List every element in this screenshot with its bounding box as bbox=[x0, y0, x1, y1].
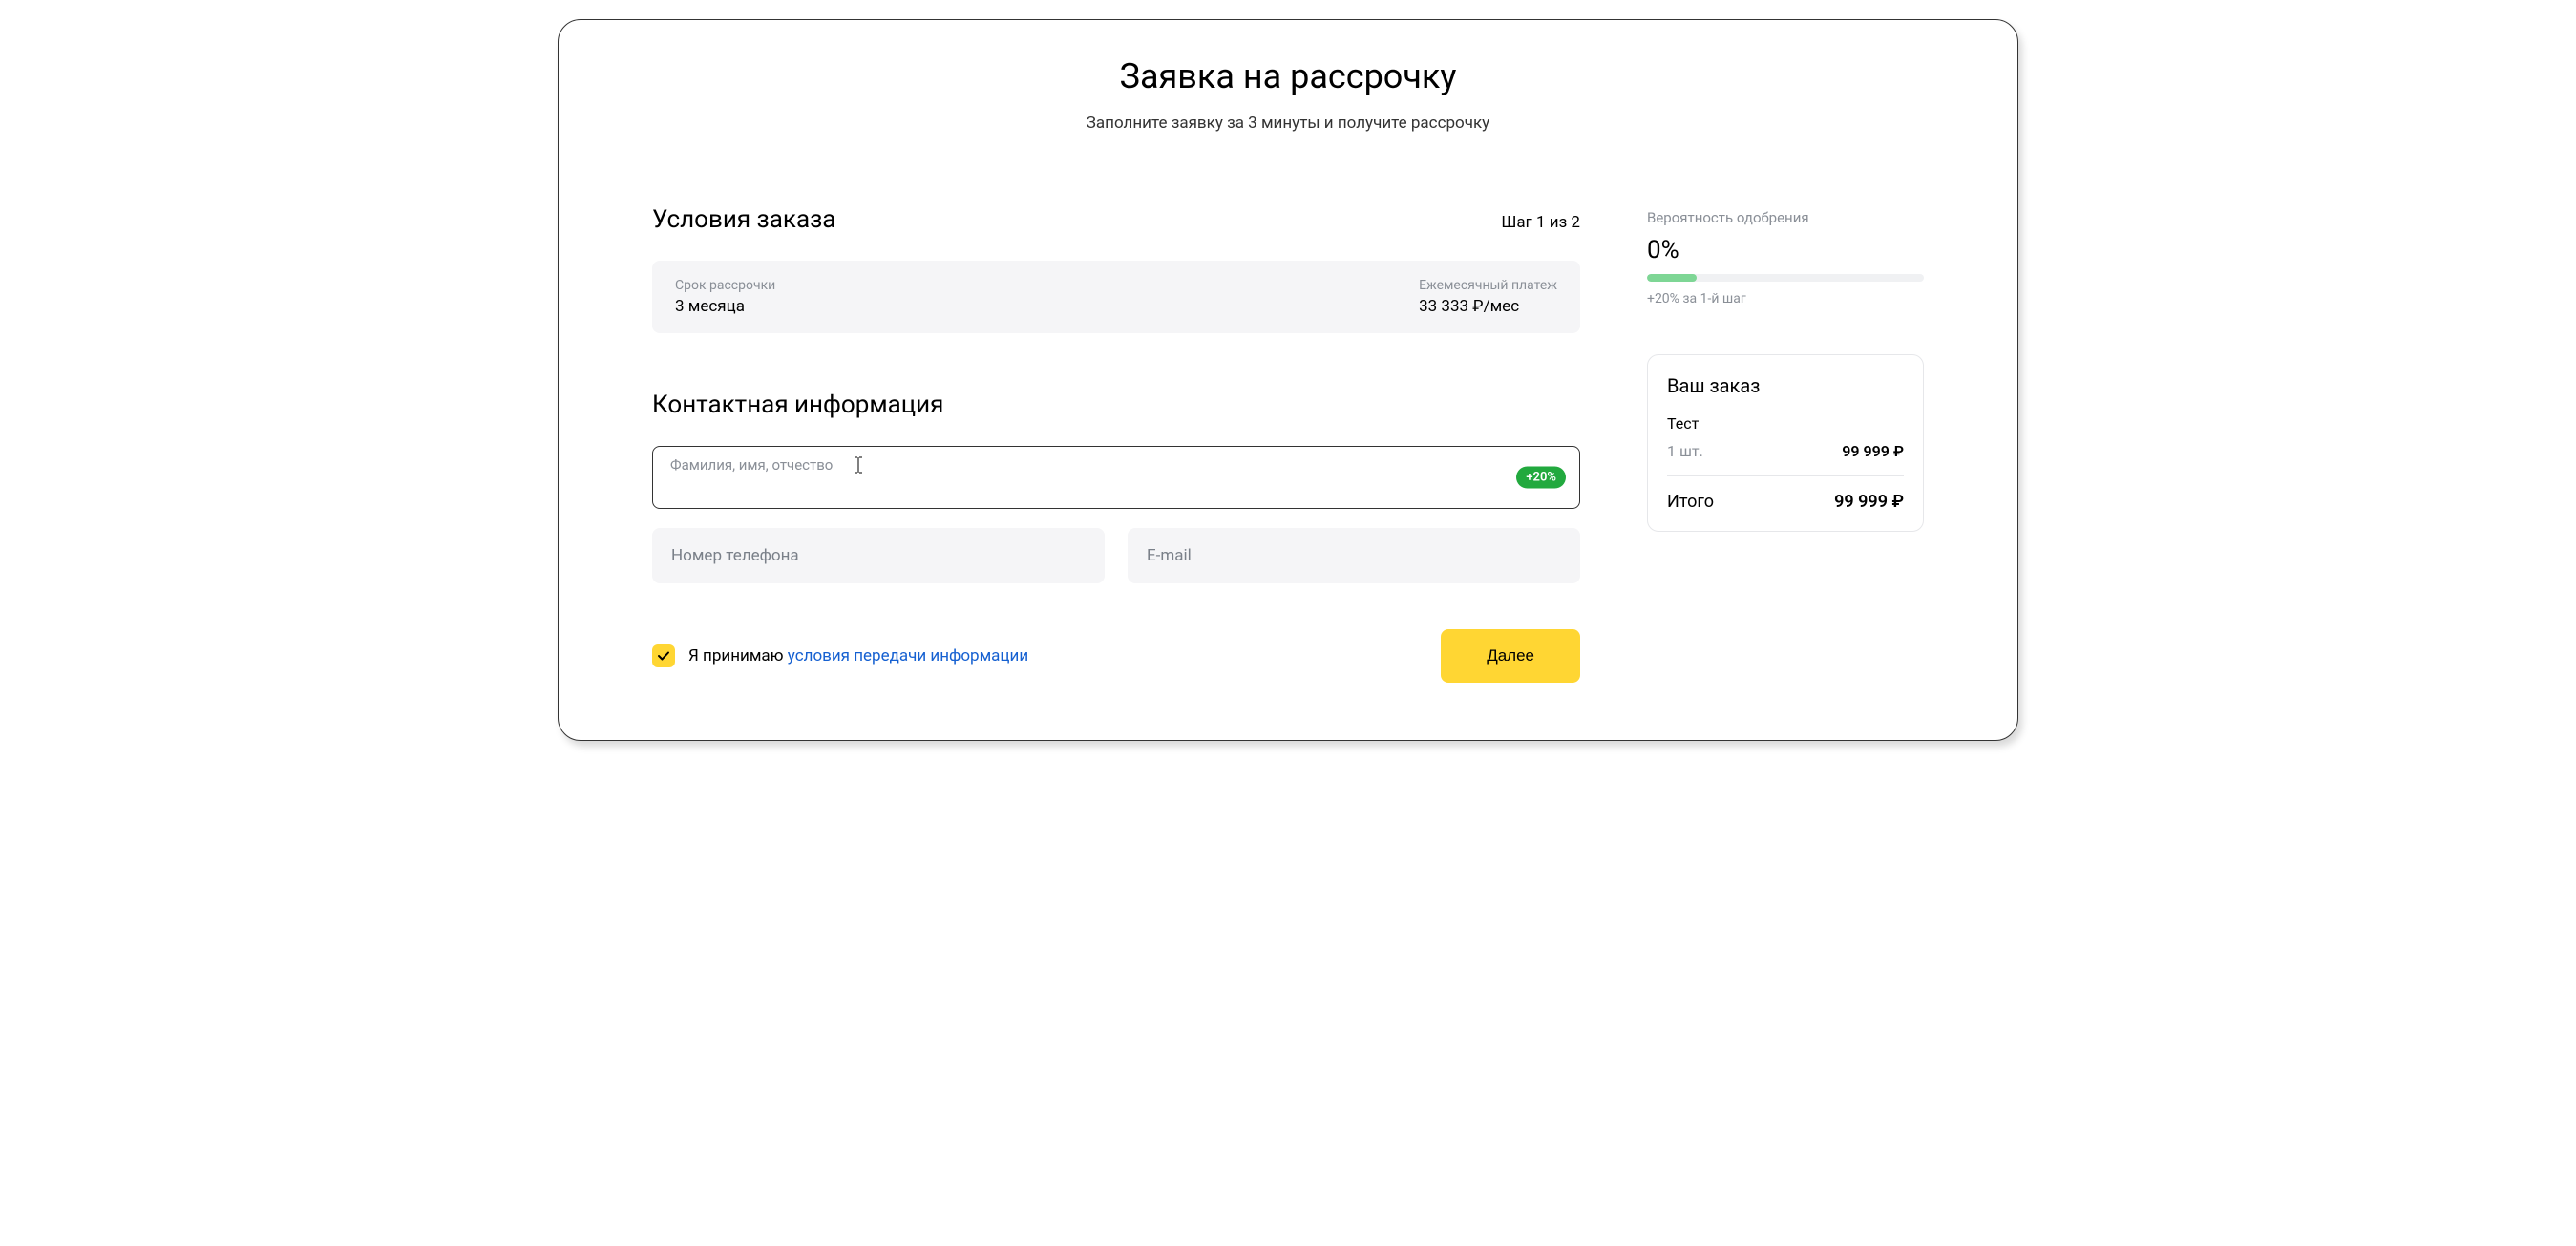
inputs-row: Номер телефона E-mail bbox=[652, 528, 1580, 583]
order-terms-title: Условия заказа bbox=[652, 205, 835, 234]
order-item-price: 99 999 ₽ bbox=[1842, 442, 1904, 460]
order-item-qty: 1 шт. bbox=[1667, 442, 1703, 460]
email-placeholder: E-mail bbox=[1147, 546, 1192, 565]
phone-input[interactable]: Номер телефона bbox=[652, 528, 1105, 583]
order-total-label: Итого bbox=[1667, 492, 1714, 512]
term-duration: Срок рассрочки 3 месяца bbox=[675, 278, 775, 316]
main-column: Условия заказа Шаг 1 из 2 Срок рассрочки… bbox=[652, 205, 1580, 683]
term-payment-value: 33 333 ₽/мес bbox=[1419, 297, 1557, 316]
consent-link[interactable]: условия передачи информации bbox=[788, 646, 1028, 665]
content-row: Условия заказа Шаг 1 из 2 Срок рассрочки… bbox=[652, 205, 1924, 683]
approval-progress-bar bbox=[1647, 274, 1924, 282]
approval-value: 0% bbox=[1647, 236, 1924, 264]
consent-row: Я принимаю условия передачи информации bbox=[652, 644, 1028, 667]
approval-progress-fill bbox=[1647, 274, 1697, 282]
approval-label: Вероятность одобрения bbox=[1647, 209, 1924, 226]
side-column: Вероятность одобрения 0% +20% за 1-й шаг… bbox=[1647, 205, 1924, 683]
consent-checkbox[interactable] bbox=[652, 644, 675, 667]
order-item-name: Тест bbox=[1667, 414, 1904, 433]
approval-hint: +20% за 1-й шаг bbox=[1647, 291, 1924, 306]
term-duration-label: Срок рассрочки bbox=[675, 278, 775, 293]
phone-placeholder: Номер телефона bbox=[671, 546, 799, 565]
terms-box: Срок рассрочки 3 месяца Ежемесячный плат… bbox=[652, 261, 1580, 333]
fullname-bonus-badge: +20% bbox=[1516, 467, 1566, 489]
application-card: Заявка на рассрочку Заполните заявку за … bbox=[558, 19, 2018, 741]
order-summary-box: Ваш заказ Тест 1 шт. 99 999 ₽ Итого 99 9… bbox=[1647, 354, 1924, 532]
check-icon bbox=[657, 649, 670, 663]
order-item-line: 1 шт. 99 999 ₽ bbox=[1667, 442, 1904, 476]
order-total-value: 99 999 ₽ bbox=[1834, 492, 1904, 512]
next-button[interactable]: Далее bbox=[1441, 629, 1580, 683]
term-payment-label: Ежемесячный платеж bbox=[1419, 278, 1557, 293]
consent-prefix: Я принимаю bbox=[688, 646, 788, 665]
page-title: Заявка на рассрочку bbox=[652, 56, 1924, 96]
fullname-input[interactable] bbox=[670, 475, 1473, 495]
term-payment: Ежемесячный платеж 33 333 ₽/мес bbox=[1419, 278, 1557, 316]
fullname-label: Фамилия, имя, отчество bbox=[670, 456, 1562, 474]
email-input[interactable]: E-mail bbox=[1128, 528, 1580, 583]
section-header: Условия заказа Шаг 1 из 2 bbox=[652, 205, 1580, 234]
page-subtitle: Заполните заявку за 3 минуты и получите … bbox=[652, 114, 1924, 133]
contact-info-title: Контактная информация bbox=[652, 391, 1580, 419]
footer-row: Я принимаю условия передачи информации Д… bbox=[652, 629, 1580, 683]
consent-text: Я принимаю условия передачи информации bbox=[688, 646, 1028, 665]
term-duration-value: 3 месяца bbox=[675, 297, 775, 316]
order-total-row: Итого 99 999 ₽ bbox=[1667, 492, 1904, 512]
order-title: Ваш заказ bbox=[1667, 374, 1904, 397]
fullname-field-wrapper[interactable]: Фамилия, имя, отчество +20% bbox=[652, 446, 1580, 509]
step-indicator: Шаг 1 из 2 bbox=[1501, 213, 1580, 232]
